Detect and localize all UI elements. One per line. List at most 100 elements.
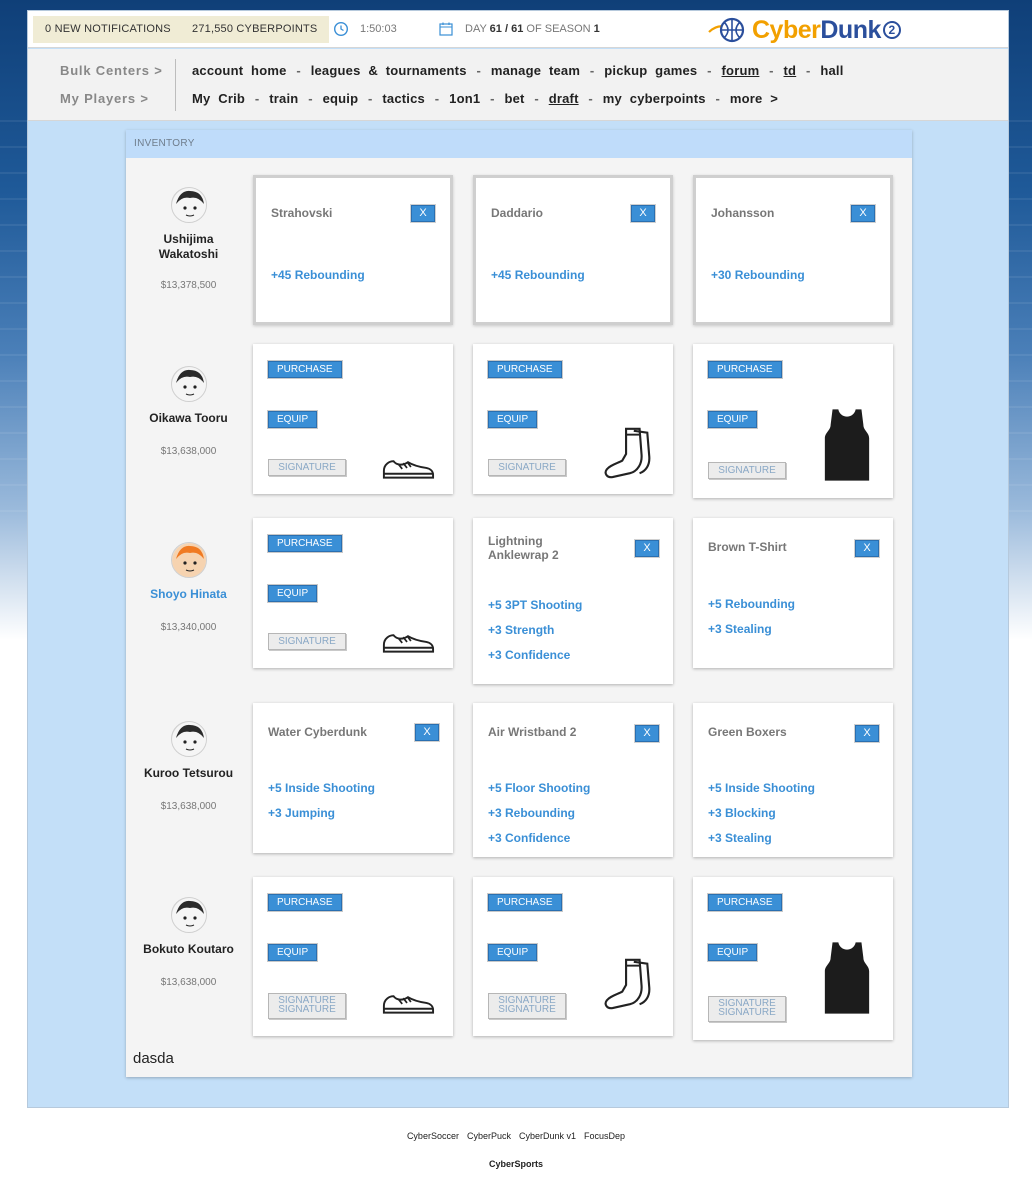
day-total: 61	[511, 23, 524, 35]
equip-button[interactable]: EQUIP	[708, 944, 758, 961]
nav-link-leagues-tournaments[interactable]: leagues & tournaments	[311, 63, 467, 78]
nav-my-players[interactable]: My Players >	[60, 91, 149, 106]
player-money: $13,378,500	[160, 280, 217, 291]
item-stat: +30 Rebounding	[711, 268, 805, 282]
day-separator: /	[504, 23, 509, 35]
player-info[interactable]: Kuroo Tetsurou $13,638,000	[126, 721, 251, 812]
purchase-button[interactable]: PURCHASE	[268, 894, 342, 911]
player-name[interactable]: Kuroo Tetsurou	[126, 766, 251, 781]
nav-link-account-home[interactable]: account home	[192, 63, 287, 78]
player-info[interactable]: Bokuto Koutaro $13,638,000	[126, 897, 251, 988]
player-row: Bokuto Koutaro $13,638,000 PURCHASE EQUIP SI…	[126, 877, 912, 1040]
signature-button[interactable]: SIGNATURE	[268, 459, 346, 476]
nav-link-manage-team[interactable]: manage team	[491, 63, 580, 78]
remove-item-button[interactable]: X	[855, 540, 879, 557]
nav-dash: -	[580, 91, 601, 106]
panel-note: dasda	[133, 1050, 174, 1067]
footer-brand[interactable]: CyberSports	[0, 1159, 1032, 1169]
item-card: Water Cyberdunk X +5 Inside Shooting +3 Jum…	[253, 703, 453, 853]
equip-button[interactable]: EQUIP	[488, 411, 538, 428]
signature-button[interactable]: SIGNATURE SIGNATURE	[708, 996, 786, 1022]
player-info[interactable]: Shoyo Hinata $13,340,000	[126, 542, 251, 633]
purchase-button[interactable]: PURCHASE	[708, 361, 782, 378]
nav-link-my-cyberpoints[interactable]: my cyberpoints	[603, 91, 706, 106]
nav-link-pickup-games[interactable]: pickup games	[604, 63, 697, 78]
main-frame: 0 NEW NOTIFICATIONS 271,550 CYBERPOINTS …	[27, 10, 1009, 1108]
footer-link-cybersoccer[interactable]: CyberSoccer	[407, 1131, 459, 1141]
signature-label-duplicate: SIGNATURE	[718, 1007, 776, 1018]
shop-card: PURCHASE EQUIP SIGNATURE SIGNATURE	[253, 877, 453, 1036]
player-money: $13,638,000	[160, 446, 217, 457]
signature-button[interactable]: SIGNATURE	[708, 462, 786, 479]
season-prefix: OF SEASON	[526, 23, 591, 35]
day-prefix: DAY	[465, 23, 487, 35]
item-stat: +3 Confidence	[488, 648, 571, 662]
avatar[interactable]	[170, 897, 207, 933]
nav-link-equip[interactable]: equip	[323, 91, 359, 106]
equip-button[interactable]: EQUIP	[268, 944, 318, 961]
avatar[interactable]	[170, 721, 207, 757]
remove-item-button[interactable]: X	[851, 205, 875, 222]
nav-link-train[interactable]: train	[269, 91, 298, 106]
player-info[interactable]: Ushijima Wakatoshi $13,378,500	[126, 187, 251, 291]
nav-dash: -	[761, 63, 782, 78]
nav-link-hall[interactable]: hall	[820, 63, 843, 78]
footer-link-focusdep[interactable]: FocusDep	[584, 1131, 625, 1141]
avatar[interactable]	[170, 187, 207, 223]
purchase-button[interactable]: PURCHASE	[708, 894, 782, 911]
purchase-button[interactable]: PURCHASE	[488, 361, 562, 378]
remove-item-button[interactable]: X	[631, 205, 655, 222]
cyberdunk-logo[interactable]: CyberDunk 2	[708, 14, 901, 46]
purchase-button[interactable]: PURCHASE	[268, 361, 342, 378]
player-name[interactable]: Shoyo Hinata	[126, 587, 251, 602]
nav-dash: -	[482, 91, 503, 106]
nav-link-td[interactable]: td	[784, 63, 797, 78]
item-card: Air Wristband 2 X +5 Floor Shooting +3 Rebo…	[473, 703, 673, 857]
player-info[interactable]: Oikawa Tooru $13,638,000	[126, 366, 251, 457]
timer: 1:50:03	[360, 23, 397, 35]
avatar[interactable]	[170, 542, 207, 578]
item-card: Daddario X +45 Rebounding	[473, 175, 673, 325]
shop-card: PURCHASE EQUIP SIGNATURE	[253, 344, 453, 494]
remove-item-button[interactable]: X	[411, 205, 435, 222]
remove-item-button[interactable]: X	[855, 725, 879, 742]
player-name[interactable]: Ushijima Wakatoshi	[154, 232, 224, 262]
notifications-badge[interactable]: 0 NEW NOTIFICATIONS	[33, 16, 183, 43]
cyberpoints-badge[interactable]: 271,550 CYBERPOINTS	[180, 16, 330, 43]
remove-item-button[interactable]: X	[635, 725, 659, 742]
nav-dash: -	[300, 91, 321, 106]
nav-dash: -	[360, 91, 381, 106]
remove-item-button[interactable]: X	[635, 540, 659, 557]
equip-button[interactable]: EQUIP	[268, 585, 318, 602]
nav-link-1on1[interactable]: 1on1	[449, 91, 480, 106]
signature-button[interactable]: SIGNATURE	[268, 633, 346, 650]
signature-button[interactable]: SIGNATURE	[488, 459, 566, 476]
player-money: $13,638,000	[160, 977, 217, 988]
player-name[interactable]: Oikawa Tooru	[126, 411, 251, 426]
nav-bar: Bulk Centers > My Players > account home…	[28, 49, 1008, 121]
footer-link-cyberpuck[interactable]: CyberPuck	[467, 1131, 511, 1141]
nav-bulk-centers[interactable]: Bulk Centers >	[60, 63, 163, 78]
panel-heading: INVENTORY	[126, 130, 912, 158]
player-name[interactable]: Bokuto Koutaro	[126, 942, 251, 957]
equip-button[interactable]: EQUIP	[488, 944, 538, 961]
item-stat: +5 Inside Shooting	[708, 781, 816, 795]
nav-link-my-crib[interactable]: My Crib	[192, 91, 245, 106]
nav-link-more[interactable]: more >	[730, 91, 778, 106]
nav-link-tactics[interactable]: tactics	[382, 91, 425, 106]
equip-button[interactable]: EQUIP	[268, 411, 318, 428]
purchase-button[interactable]: PURCHASE	[268, 535, 342, 552]
signature-button[interactable]: SIGNATURE SIGNATURE	[268, 993, 346, 1019]
purchase-button[interactable]: PURCHASE	[488, 894, 562, 911]
remove-item-button[interactable]: X	[415, 724, 439, 741]
avatar[interactable]	[170, 366, 207, 402]
item-stat: +45 Rebounding	[271, 268, 365, 282]
nav-link-bet[interactable]: bet	[504, 91, 524, 106]
day-current: 61	[489, 23, 502, 35]
item-title: Johansson	[711, 206, 775, 220]
footer-link-cyberdunk-v1[interactable]: CyberDunk v1	[519, 1131, 576, 1141]
nav-link-forum[interactable]: forum	[722, 63, 760, 78]
nav-link-draft[interactable]: draft	[549, 91, 579, 106]
signature-button[interactable]: SIGNATURE SIGNATURE	[488, 993, 566, 1019]
equip-button[interactable]: EQUIP	[708, 411, 758, 428]
